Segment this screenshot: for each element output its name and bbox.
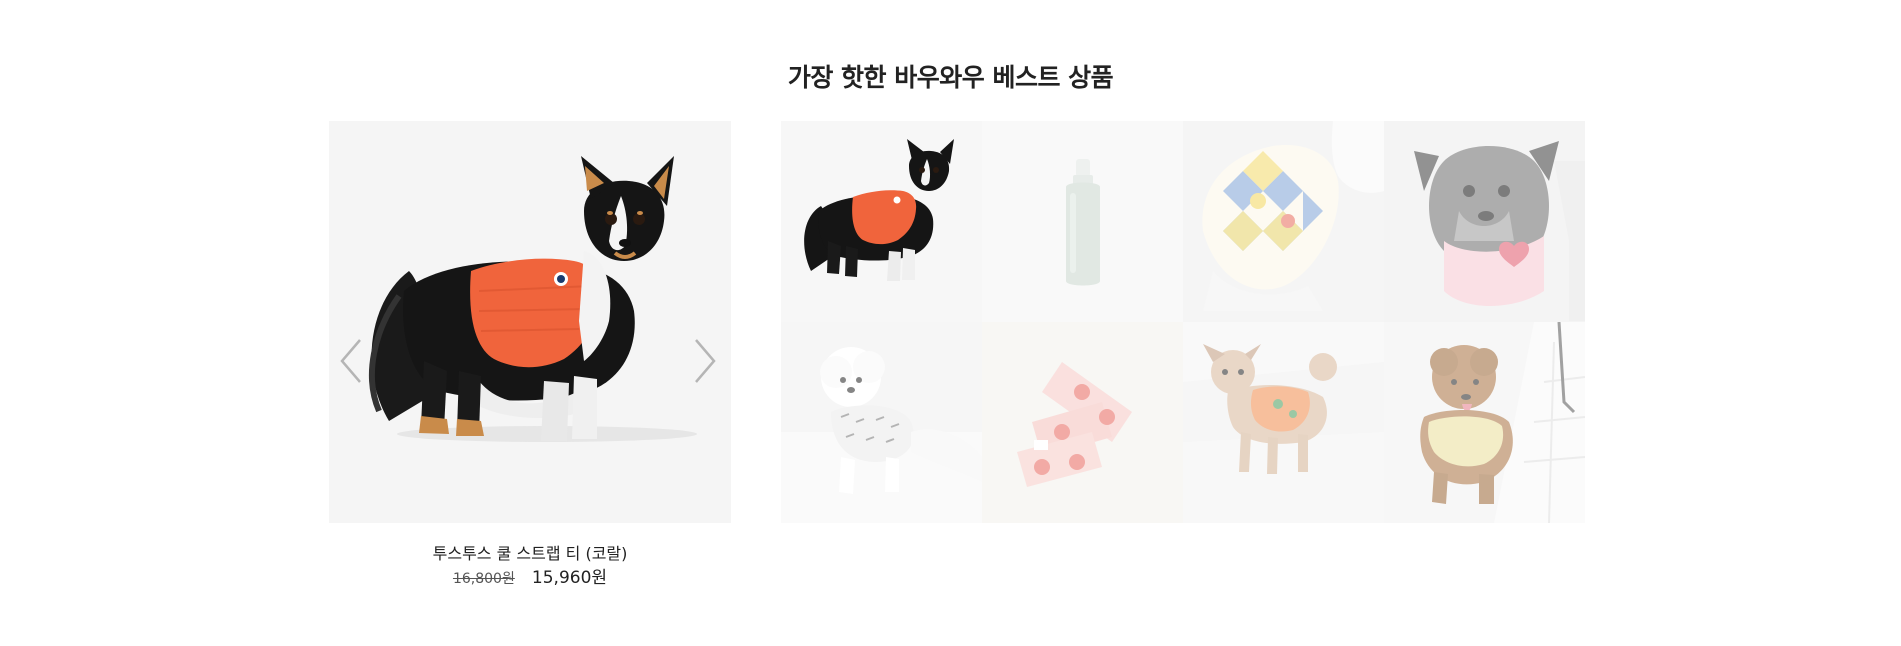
price-row: 16,800원 15,960원 — [329, 563, 731, 588]
product-name[interactable]: 투스투스 쿨 스트랩 티 (코랄) — [329, 540, 731, 564]
thumbnail-bichon-printed-tee[interactable] — [781, 322, 982, 523]
thumbnail-chihuahua-coral-tee[interactable] — [781, 121, 982, 322]
schnauzer-thumbnail-image — [1384, 121, 1585, 322]
chevron-right-icon[interactable] — [690, 336, 720, 386]
dog-in-coral-tee-image — [329, 121, 731, 523]
thumbnail-pink-heart-scarf[interactable] — [982, 322, 1183, 523]
poodle-yellow-thumbnail-image — [1384, 322, 1585, 523]
thumbnail-poodle-orange-top[interactable] — [1183, 322, 1384, 523]
featured-product-image[interactable] — [329, 121, 731, 523]
heart-scarf-thumbnail-image — [982, 322, 1183, 523]
spray-bottle-thumbnail-image — [982, 121, 1183, 322]
chihuahua-thumbnail-image — [781, 121, 982, 322]
chevron-left-icon[interactable] — [336, 336, 366, 386]
thumbnail-schnauzer-pink-bib[interactable] — [1384, 121, 1585, 322]
price-sale: 15,960원 — [531, 568, 608, 588]
section-title: 가장 핫한 바우와우 베스트 상품 — [787, 63, 1114, 92]
bichon-thumbnail-image — [781, 322, 982, 523]
poodle-orange-thumbnail-image — [1183, 322, 1384, 523]
price-original: 16,800원 — [452, 571, 515, 587]
argyle-tee-thumbnail-image — [1183, 121, 1384, 322]
thumbnail-grid — [781, 121, 1585, 523]
thumbnail-mint-spray-bottle[interactable] — [982, 121, 1183, 322]
thumbnail-poodle-yellow-vest[interactable] — [1384, 322, 1585, 523]
thumbnail-argyle-pattern-tee[interactable] — [1183, 121, 1384, 322]
